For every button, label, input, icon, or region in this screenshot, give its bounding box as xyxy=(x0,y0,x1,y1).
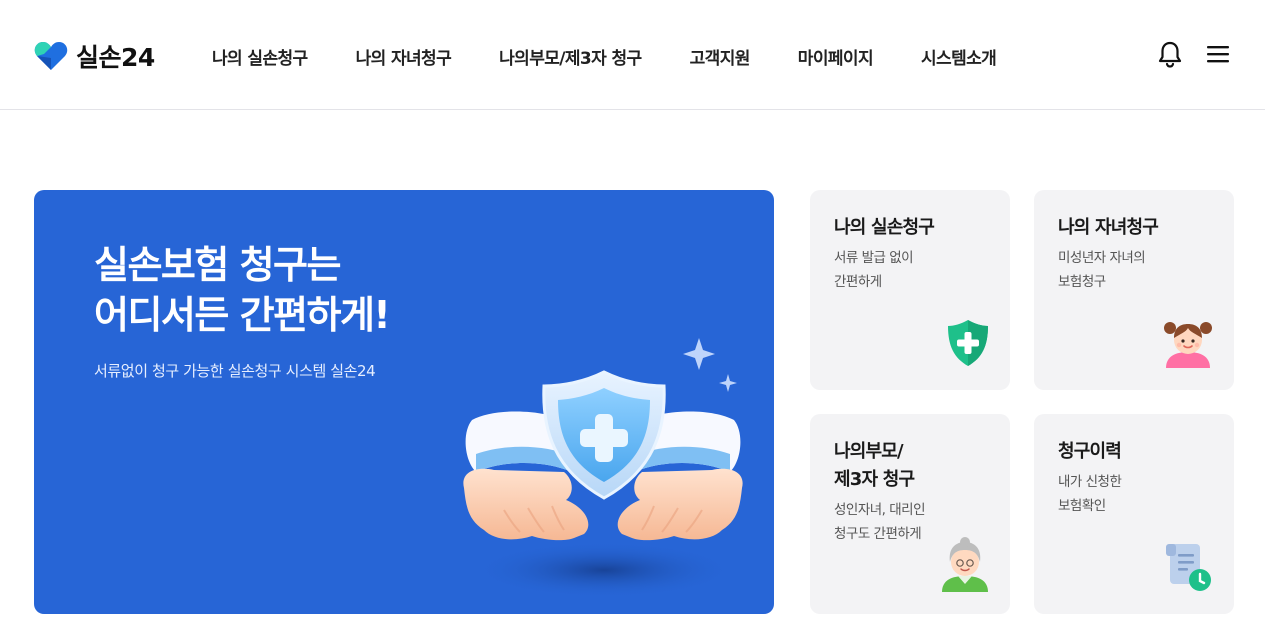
card-title: 나의 실손청구 xyxy=(834,217,935,238)
card-desc: 서류 발급 없이 간편하게 xyxy=(834,250,914,290)
card-title: 나의부모/ 제3자 청구 xyxy=(834,441,915,490)
card-desc: 미성년자 자녀의 보험청구 xyxy=(1058,250,1146,290)
card-title: 청구이력 xyxy=(1058,441,1122,462)
main-nav: 나의 실손청구 나의 자녀청구 나의부모/제3자 청구 고객지원 마이페이지 시… xyxy=(212,44,1044,69)
header-actions xyxy=(1157,40,1231,68)
nav-parent-third-party-claim[interactable]: 나의부모/제3자 청구 xyxy=(499,44,642,69)
hands-shield-illustration xyxy=(424,320,744,610)
card-title: 나의 자녀청구 xyxy=(1058,217,1159,238)
history-document-icon xyxy=(1162,540,1214,596)
card-claim-history[interactable]: 청구이력 내가 신청한 보험확인 xyxy=(1034,414,1234,614)
site-header: 실손24 나의 실손청구 나의 자녀청구 나의부모/제3자 청구 고객지원 마이… xyxy=(0,0,1265,110)
hamburger-menu-icon[interactable] xyxy=(1205,43,1231,65)
nav-child-claim[interactable]: 나의 자녀청구 xyxy=(356,44,452,69)
hero-title: 실손보험 청구는 어디서든 간편하게! xyxy=(94,243,391,337)
card-parent-third-party-claim[interactable]: 나의부모/ 제3자 청구 성인자녀, 대리인 청구도 간편하게 xyxy=(810,414,1010,614)
card-my-claim[interactable]: 나의 실손청구 서류 발급 없이 간편하게 xyxy=(810,190,1010,390)
hero-subtitle: 서류없이 청구 가능한 실손청구 시스템 실손24 xyxy=(94,362,376,380)
nav-customer-support[interactable]: 고객지원 xyxy=(690,44,751,69)
nav-system-intro[interactable]: 시스템소개 xyxy=(921,44,997,69)
heart-logo-icon xyxy=(34,41,68,71)
nav-my-page[interactable]: 마이페이지 xyxy=(798,44,874,69)
bell-icon[interactable] xyxy=(1157,40,1183,68)
logo[interactable]: 실손24 xyxy=(34,38,155,74)
hero-banner: 실손보험 청구는 어디서든 간편하게! 서류없이 청구 가능한 실손청구 시스템… xyxy=(34,190,774,614)
child-icon xyxy=(1162,316,1214,372)
grandparent-icon xyxy=(940,536,990,596)
nav-my-claim[interactable]: 나의 실손청구 xyxy=(212,44,308,69)
card-desc: 내가 신청한 보험확인 xyxy=(1058,474,1122,514)
logo-text: 실손24 xyxy=(76,43,155,72)
card-child-claim[interactable]: 나의 자녀청구 미성년자 자녀의 보험청구 xyxy=(1034,190,1234,390)
shield-plus-icon xyxy=(946,318,990,372)
